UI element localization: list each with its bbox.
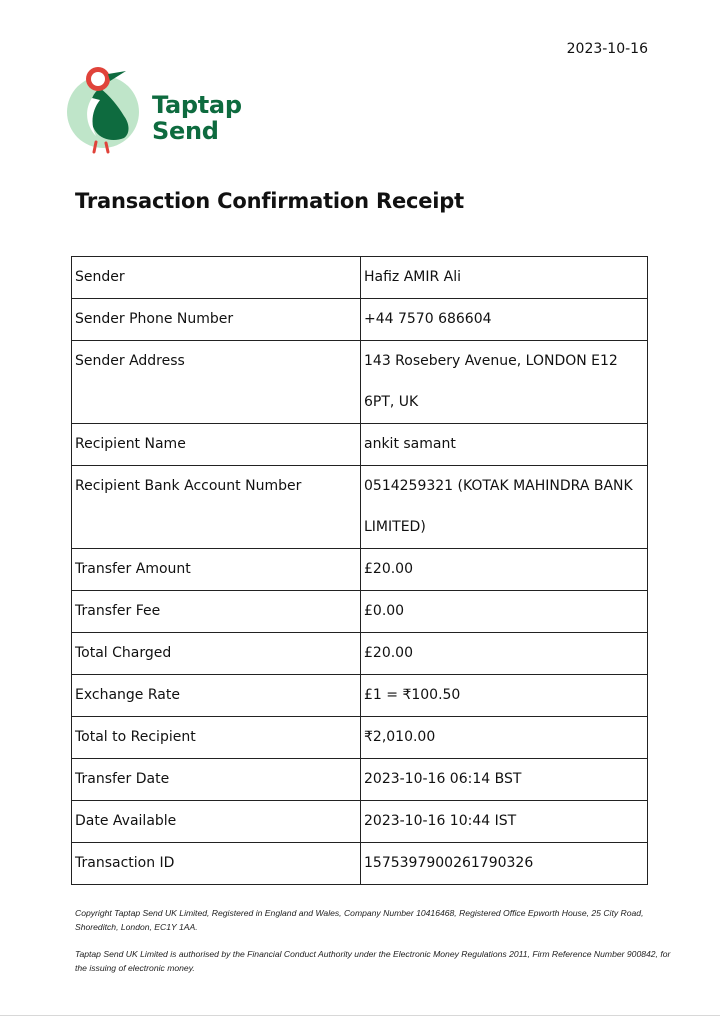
row-label: Exchange Rate <box>71 674 361 717</box>
table-row: Total Charged £20.00 <box>71 632 648 675</box>
row-value: 1575397900261790326 <box>360 842 648 885</box>
row-value: £20.00 <box>360 548 648 591</box>
row-value: £0.00 <box>360 590 648 633</box>
row-label: Transaction ID <box>71 842 361 885</box>
table-row: Sender Address 143 Rosebery Avenue, LOND… <box>71 340 648 424</box>
row-label: Sender Phone Number <box>71 298 361 341</box>
row-label: Transfer Date <box>71 758 361 801</box>
row-value: ankit samant <box>360 423 648 466</box>
footer-regulation: Taptap Send UK Limited is authorised by … <box>75 949 671 973</box>
row-label: Recipient Name <box>71 423 361 466</box>
row-value: 0514259321 (KOTAK MAHINDRA BANK LIMITED) <box>360 465 648 549</box>
row-label: Transfer Amount <box>71 548 361 591</box>
table-row: Transaction ID 1575397900261790326 <box>71 842 648 885</box>
row-value: Hafiz AMIR Ali <box>360 256 648 299</box>
row-label: Total to Recipient <box>71 716 361 759</box>
receipt-date: 2023-10-16 <box>566 41 648 57</box>
row-value: £1 = ₹100.50 <box>360 674 648 717</box>
row-value: £20.00 <box>360 632 648 675</box>
table-row: Date Available 2023-10-16 10:44 IST <box>71 800 648 843</box>
row-value: ₹2,010.00 <box>360 716 648 759</box>
row-label: Date Available <box>71 800 361 843</box>
table-row: Recipient Bank Account Number 0514259321… <box>71 465 648 549</box>
transaction-table: Sender Hafiz AMIR Ali Sender Phone Numbe… <box>71 256 648 885</box>
table-row: Recipient Name ankit samant <box>71 423 648 466</box>
page-divider <box>0 1015 720 1016</box>
row-label: Sender Address <box>71 340 361 424</box>
table-row: Sender Phone Number +44 7570 686604 <box>71 298 648 341</box>
bird-logo-icon <box>67 67 139 154</box>
table-row: Transfer Date 2023-10-16 06:14 BST <box>71 758 648 801</box>
row-label: Sender <box>71 256 361 299</box>
brand-wordmark: Taptap Send <box>152 92 242 144</box>
row-value: 2023-10-16 10:44 IST <box>360 800 648 843</box>
table-row: Exchange Rate £1 = ₹100.50 <box>71 674 648 717</box>
footer-copyright: Copyright Taptap Send UK Limited, Regist… <box>75 908 644 932</box>
brand-line-1: Taptap <box>152 91 242 119</box>
company-logo: Taptap Send <box>66 66 256 154</box>
brand-line-2: Send <box>152 117 219 145</box>
table-row: Total to Recipient ₹2,010.00 <box>71 716 648 759</box>
row-value: 143 Rosebery Avenue, LONDON E12 6PT, UK <box>360 340 648 424</box>
row-value: +44 7570 686604 <box>360 298 648 341</box>
page-title: Transaction Confirmation Receipt <box>75 189 464 213</box>
table-row: Transfer Amount £20.00 <box>71 548 648 591</box>
row-value: 2023-10-16 06:14 BST <box>360 758 648 801</box>
row-label: Transfer Fee <box>71 590 361 633</box>
table-row: Transfer Fee £0.00 <box>71 590 648 633</box>
table-row: Sender Hafiz AMIR Ali <box>71 256 648 299</box>
row-label: Recipient Bank Account Number <box>71 465 361 549</box>
row-label: Total Charged <box>71 632 361 675</box>
